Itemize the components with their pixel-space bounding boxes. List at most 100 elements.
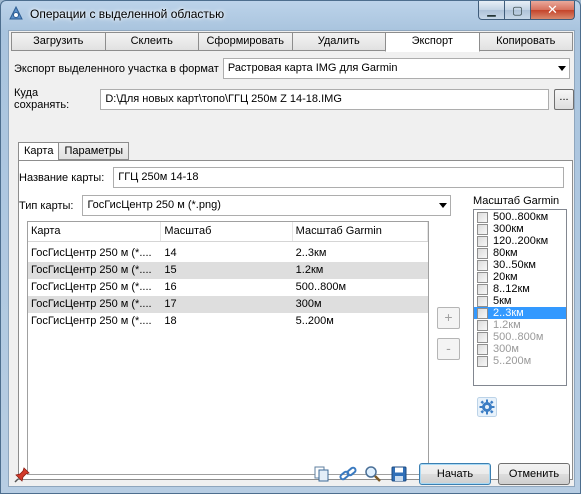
tab-export[interactable]: Экспорт [385, 32, 480, 52]
save-path-label: Куда сохранять: [14, 87, 70, 111]
cell-scale: 15 [164, 264, 177, 276]
add-scale-button[interactable]: + [437, 307, 460, 329]
garmin-scale-item: 1.2км [474, 319, 566, 331]
cell-garmin-scale: 5..200м [295, 315, 334, 327]
table-row[interactable]: ГосГисЦентр 250 м (*.... 18 5..200м [28, 313, 428, 330]
table-row[interactable]: ГосГисЦентр 250 м (*.... 14 2..3км [28, 245, 428, 262]
map-type-value: ГосГисЦентр 250 м (*.png) [87, 199, 221, 211]
main-tabs: Загрузить Склеить Сформировать Удалить Э… [11, 32, 573, 52]
link-icon[interactable] [339, 465, 357, 483]
cell-map: ГосГисЦентр 250 м (*.... [31, 298, 152, 310]
gear-icon[interactable] [477, 397, 497, 417]
chevron-down-icon [557, 66, 566, 71]
checkbox[interactable] [477, 235, 488, 247]
column-header-scale[interactable]: Масштаб [161, 222, 293, 241]
cell-garmin-scale: 2..3км [295, 247, 327, 259]
checkbox[interactable] [477, 223, 488, 235]
garmin-scale-item[interactable]: 80км [474, 247, 566, 259]
format-select[interactable]: Растровая карта IMG для Garmin [222, 58, 570, 79]
garmin-scale-item[interactable]: 300км [474, 223, 566, 235]
tab-load[interactable]: Загрузить [11, 32, 106, 51]
start-button[interactable]: Начать [419, 463, 491, 485]
item-label: 2..3км [493, 307, 524, 319]
checkbox [477, 343, 488, 355]
cell-map: ГосГисЦентр 250 м (*.... [31, 315, 152, 327]
tab-copy[interactable]: Копировать [478, 32, 573, 51]
item-label: 30..50км [493, 259, 536, 271]
item-label: 80км [493, 247, 518, 259]
tab-delete[interactable]: Удалить [291, 32, 386, 51]
cell-scale: 14 [164, 247, 177, 259]
map-panel: Название карты: ГГЦ 250м 14-18 Тип карты… [18, 160, 573, 480]
checkbox[interactable] [477, 307, 488, 319]
garmin-scale-list[interactable]: 500..800км 300км 120..200км 80км 30..50к… [473, 209, 567, 386]
checkbox[interactable] [477, 283, 488, 295]
checkbox[interactable] [477, 211, 488, 223]
tab-map[interactable]: Карта [18, 142, 60, 161]
tab-merge[interactable]: Склеить [104, 32, 199, 51]
cell-map: ГосГисЦентр 250 м (*.... [31, 264, 152, 276]
format-label: Экспорт выделенного участка в формат [14, 62, 219, 75]
map-name-label: Название карты: [19, 171, 105, 184]
copy-icon[interactable] [313, 465, 331, 483]
checkbox [477, 319, 488, 331]
format-value: Растровая карта IMG для Garmin [227, 62, 398, 74]
table-row[interactable]: ГосГисЦентр 250 м (*.... 16 500..800м [28, 279, 428, 296]
garmin-scale-item: 5..200м [474, 355, 566, 367]
item-label: 20км [493, 271, 518, 283]
checkbox[interactable] [477, 271, 488, 283]
column-header-garmin-scale[interactable]: Масштаб Garmin [293, 222, 428, 241]
app-icon [9, 6, 23, 20]
remove-scale-button[interactable]: - [437, 338, 460, 360]
garmin-scale-item-selected[interactable]: 2..3км [474, 307, 566, 319]
table-header: Карта Масштаб Масштаб Garmin [28, 222, 428, 242]
save-path-input[interactable]: D:\Для новых карт\топо\ГГЦ 250м Z 14-18.… [100, 88, 550, 110]
garmin-scale-item[interactable]: 30..50км [474, 259, 566, 271]
column-header-map[interactable]: Карта [28, 222, 162, 241]
item-label: 300м [493, 343, 519, 355]
title-bar[interactable]: Операции с выделенной областью ▁ ▢ ✕ [1, 1, 580, 29]
zoom-icon[interactable] [364, 465, 382, 483]
cell-scale: 16 [164, 281, 177, 293]
cancel-button[interactable]: Отменить [498, 463, 570, 485]
cell-garmin-scale: 1.2км [295, 264, 324, 276]
garmin-scale-item[interactable]: 8..12км [474, 283, 566, 295]
table-row[interactable]: ГосГисЦентр 250 м (*.... 15 1.2км [28, 262, 428, 279]
minimize-button[interactable]: ▁ [478, 1, 505, 20]
scale-table[interactable]: Карта Масштаб Масштаб Garmin ГосГисЦентр… [27, 221, 429, 475]
table-row[interactable]: ГосГисЦентр 250 м (*.... 17 300м [28, 296, 428, 313]
item-label: 120..200км [493, 235, 549, 247]
checkbox [477, 331, 488, 343]
checkbox[interactable] [477, 259, 488, 271]
item-label: 500..800м [493, 331, 544, 343]
cell-scale: 18 [164, 315, 177, 327]
cell-map: ГосГисЦентр 250 м (*.... [31, 281, 152, 293]
cell-scale: 17 [164, 298, 177, 310]
map-name-input[interactable]: ГГЦ 250м 14-18 [113, 167, 565, 188]
item-label: 1.2км [493, 319, 521, 331]
dialog-client: Загрузить Склеить Сформировать Удалить Э… [8, 30, 575, 487]
sub-tabs: Карта Параметры [18, 142, 130, 161]
map-type-select[interactable]: ГосГисЦентр 250 м (*.png) [82, 195, 452, 216]
cell-garmin-scale: 500..800м [295, 281, 347, 293]
tab-build[interactable]: Сформировать [198, 32, 293, 51]
checkbox[interactable] [477, 247, 488, 259]
garmin-scale-item[interactable]: 500..800км [474, 211, 566, 223]
close-button[interactable]: ✕ [531, 1, 575, 20]
pin-icon[interactable] [13, 466, 31, 484]
garmin-scale-label: Масштаб Garmin [473, 195, 560, 207]
dialog-window: Операции с выделенной областью ▁ ▢ ✕ Заг… [0, 0, 581, 494]
cell-map: ГосГисЦентр 250 м (*.... [31, 247, 152, 259]
chevron-down-icon [439, 203, 448, 208]
garmin-scale-item[interactable]: 5км [474, 295, 566, 307]
save-icon[interactable] [390, 465, 408, 483]
browse-button[interactable]: ... [554, 88, 574, 110]
item-label: 8..12км [493, 283, 530, 295]
garmin-scale-item[interactable]: 20км [474, 271, 566, 283]
item-label: 300км [493, 223, 524, 235]
garmin-scale-item[interactable]: 120..200км [474, 235, 566, 247]
checkbox[interactable] [477, 295, 488, 307]
maximize-button[interactable]: ▢ [505, 1, 531, 20]
garmin-scale-item: 500..800м [474, 331, 566, 343]
tab-parameters[interactable]: Параметры [58, 142, 130, 160]
